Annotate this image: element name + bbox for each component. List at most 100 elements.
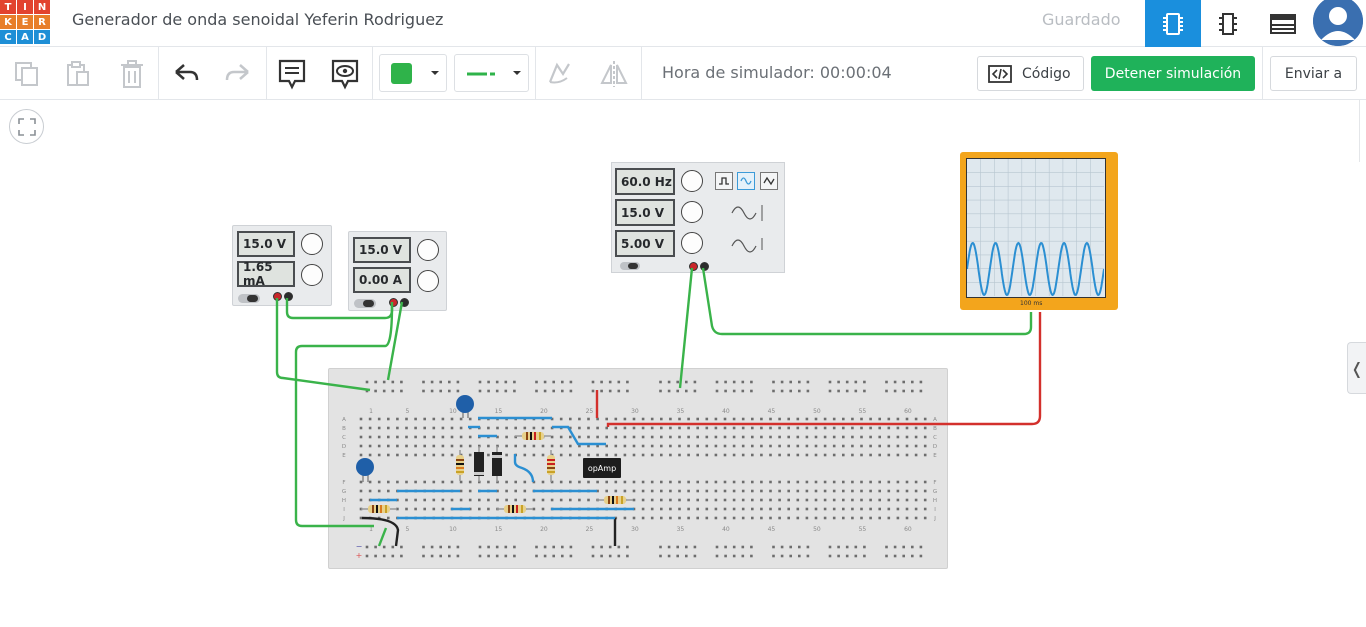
psu1-current-knob[interactable] [301,264,323,286]
column-number: 10 [449,526,457,533]
fgen-offset-display: 5.00 V [615,230,675,257]
column-number: 10 [449,408,457,415]
logo-letter: A [17,30,33,44]
rail-plus: + [356,551,363,560]
square-wave-icon [719,177,729,185]
fgen-power-switch[interactable] [620,262,640,270]
psu2-positive-terminal[interactable] [389,298,398,307]
send-to-button[interactable]: Enviar a [1270,56,1357,91]
column-number: 1 [369,408,373,415]
circuit-view-button[interactable] [1145,0,1201,47]
fgen-amplitude-display: 15.0 V [615,199,675,226]
comment-icon [278,59,306,90]
user-avatar[interactable] [1313,0,1363,46]
triangle-wave-icon [763,176,775,186]
row-letter: H [342,498,346,504]
copy-button[interactable] [10,57,44,91]
stop-simulation-button[interactable]: Detener simulación [1091,56,1255,91]
column-number: 25 [586,526,594,533]
power-supply-2[interactable]: 15.0 V 0.00 A [348,231,447,311]
offset-wave-icon [731,238,763,253]
delete-button[interactable] [115,57,149,91]
top-header: TIN KER CAD Generador de onda senoidal Yef… [0,0,1366,47]
breadboard[interactable]: 1 5 10 15 20 25 30 35 40 45 50 55 60 1 5 10 15 20 25 30 35 40… [328,368,948,569]
psu1-negative-terminal[interactable] [284,292,293,301]
fgen-frequency-knob[interactable] [681,170,703,192]
notes-button[interactable] [275,57,309,91]
amplitude-wave-icon [731,205,763,221]
rotate-button[interactable] [542,57,576,91]
wire-type-dropdown[interactable] [454,54,529,92]
logo-letter: K [0,15,16,29]
psu2-negative-terminal[interactable] [400,298,409,307]
save-status: Guardado [1042,10,1121,29]
psu1-voltage-knob[interactable] [301,233,323,255]
fgen-frequency-display: 60.0 Hz [615,168,675,195]
color-picker-dropdown[interactable] [379,54,447,92]
schematic-icon [1219,12,1237,35]
column-number: 35 [677,408,685,415]
row-letter: A [933,417,937,423]
time-per-division: 100 ms [1020,300,1043,307]
square-wave-button[interactable] [715,172,733,190]
column-number: 60 [904,526,912,533]
code-icon [988,64,1012,83]
scrollbar[interactable] [1359,100,1366,162]
function-generator[interactable]: 60.0 Hz 15.0 V 5.00 V [611,162,785,273]
psu2-current-knob[interactable] [417,270,439,292]
logo-letter: I [17,0,33,14]
row-letter: G [933,489,937,495]
fgen-negative-terminal[interactable] [700,262,709,271]
column-number: 55 [859,526,867,533]
column-number: 45 [768,526,776,533]
eye-comment-icon [331,59,359,90]
oscilloscope-trace [966,159,1105,297]
tinkercad-logo[interactable]: TIN KER CAD [0,0,50,44]
column-number: 5 [405,526,409,533]
sine-wave-button[interactable] [737,172,755,190]
components-panel-toggle[interactable]: ❬ [1347,342,1366,394]
logo-letter: C [0,30,16,44]
logo-letter: N [34,0,50,14]
opamp-chip[interactable]: opAmp [583,458,621,478]
column-number: 30 [631,526,639,533]
column-number: 55 [859,408,867,415]
redo-button[interactable] [221,57,255,91]
logo-letter: T [0,0,16,14]
oscilloscope[interactable]: 100 ms [960,152,1118,310]
zoom-to-fit-button[interactable] [9,109,44,144]
psu1-current-display: 1.65 mA [237,260,295,288]
column-number: 15 [495,408,503,415]
row-letter: A [342,417,346,423]
paste-button[interactable] [61,57,95,91]
column-number: 25 [586,408,594,415]
row-letter: B [342,426,346,432]
psu2-voltage-knob[interactable] [417,239,439,261]
components-list-button[interactable] [1255,0,1311,47]
rotate-icon [548,62,570,84]
fgen-offset-knob[interactable] [681,232,703,254]
power-supply-1[interactable]: 15.0 V 1.65 mA [232,225,332,306]
column-number: 30 [631,408,639,415]
code-button[interactable]: Código [977,56,1084,91]
schematic-view-button[interactable] [1200,0,1256,47]
chevron-down-icon [513,71,521,75]
flip-button[interactable] [597,57,631,91]
color-swatch [391,63,412,84]
psu1-positive-terminal[interactable] [273,292,282,301]
fgen-amplitude-knob[interactable] [681,201,703,223]
oscilloscope-screen [966,158,1106,298]
psu2-power-switch[interactable] [354,299,376,308]
project-title[interactable]: Generador de onda senoidal Yeferin Rodri… [72,10,443,29]
undo-button[interactable] [169,57,203,91]
row-letter: F [342,480,345,486]
column-number: 40 [722,526,730,533]
column-number: 15 [495,526,503,533]
trash-icon [121,60,143,88]
psu1-power-switch[interactable] [238,294,260,303]
toggle-notes-button[interactable] [328,57,362,91]
fgen-positive-terminal[interactable] [689,262,698,271]
chevron-down-icon [431,71,439,75]
triangle-wave-button[interactable] [760,172,778,190]
psu1-voltage-display: 15.0 V [237,231,295,257]
